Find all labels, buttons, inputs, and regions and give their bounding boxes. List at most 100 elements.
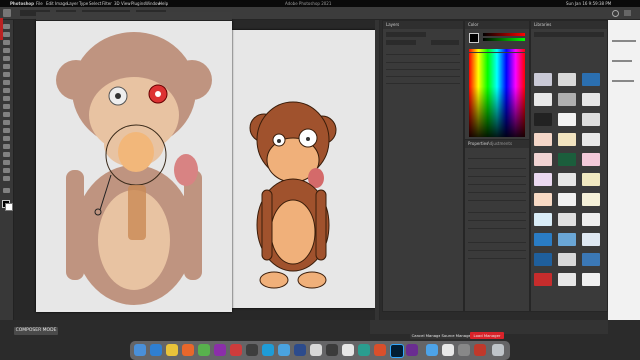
type-tool-icon[interactable] bbox=[3, 144, 10, 149]
app-icon[interactable] bbox=[442, 344, 454, 356]
eyedropper-tool-icon[interactable] bbox=[3, 64, 10, 69]
library-thumb[interactable] bbox=[582, 73, 600, 86]
layer-row[interactable] bbox=[386, 48, 460, 55]
photoshop-icon[interactable] bbox=[390, 344, 404, 358]
library-thumb[interactable] bbox=[582, 93, 600, 106]
library-thumb[interactable] bbox=[558, 253, 576, 266]
background-color-swatch[interactable] bbox=[5, 203, 13, 211]
library-thumb[interactable] bbox=[558, 133, 576, 146]
layer-row[interactable] bbox=[386, 70, 460, 77]
menu-layer[interactable]: Layer bbox=[67, 0, 78, 7]
layer-row[interactable] bbox=[386, 63, 460, 70]
library-thumb[interactable] bbox=[558, 273, 576, 286]
property-row[interactable] bbox=[468, 186, 526, 193]
workspace-icon[interactable] bbox=[624, 10, 631, 16]
library-thumb[interactable] bbox=[582, 273, 600, 286]
library-thumb[interactable] bbox=[534, 153, 552, 166]
red-slider[interactable] bbox=[483, 33, 525, 36]
library-thumb[interactable] bbox=[558, 73, 576, 86]
app-icon[interactable] bbox=[374, 344, 386, 356]
library-thumb[interactable] bbox=[558, 153, 576, 166]
library-thumb[interactable] bbox=[534, 253, 552, 266]
menu-help[interactable]: Help bbox=[159, 0, 168, 7]
library-thumb[interactable] bbox=[558, 233, 576, 246]
color-spectrum[interactable] bbox=[469, 53, 525, 137]
foreground-swatch[interactable] bbox=[469, 33, 479, 43]
quick-select-tool-icon[interactable] bbox=[3, 48, 10, 53]
app-icon[interactable] bbox=[358, 344, 370, 356]
color-tab[interactable]: Color bbox=[465, 21, 529, 29]
search-icon[interactable] bbox=[612, 10, 619, 17]
layer-row[interactable] bbox=[386, 56, 460, 63]
library-thumb[interactable] bbox=[558, 213, 576, 226]
library-thumb[interactable] bbox=[582, 213, 600, 226]
hand-tool-icon[interactable] bbox=[3, 168, 10, 173]
property-row[interactable] bbox=[468, 206, 526, 213]
menu-3d[interactable]: 3D bbox=[114, 0, 120, 7]
library-thumb[interactable] bbox=[534, 233, 552, 246]
gradient-tool-icon[interactable] bbox=[3, 112, 10, 117]
crop-tool-icon[interactable] bbox=[3, 56, 10, 61]
dodge-tool-icon[interactable] bbox=[3, 128, 10, 133]
menu-image[interactable]: Image bbox=[55, 0, 68, 7]
library-thumb[interactable] bbox=[534, 273, 552, 286]
load-manager-button[interactable]: Load Manager bbox=[470, 332, 504, 339]
maps-icon[interactable] bbox=[198, 344, 210, 356]
library-thumb[interactable] bbox=[582, 173, 600, 186]
app-icon[interactable] bbox=[246, 344, 258, 356]
property-row[interactable] bbox=[468, 178, 526, 185]
library-thumb[interactable] bbox=[582, 133, 600, 146]
adjustments-tab[interactable]: Adjustments bbox=[487, 140, 512, 148]
property-row[interactable] bbox=[468, 244, 526, 251]
library-thumb[interactable] bbox=[558, 173, 576, 186]
property-row[interactable] bbox=[468, 252, 526, 259]
layer-row[interactable] bbox=[386, 77, 460, 84]
green-slider[interactable] bbox=[483, 38, 525, 41]
library-search-field[interactable] bbox=[534, 32, 604, 37]
app-icon[interactable] bbox=[458, 344, 470, 356]
library-thumb[interactable] bbox=[582, 193, 600, 206]
finder-icon[interactable] bbox=[134, 344, 146, 356]
app-icon[interactable] bbox=[474, 344, 486, 356]
side-window[interactable] bbox=[608, 20, 640, 320]
more-tools-icon[interactable] bbox=[3, 188, 10, 193]
libraries-tab[interactable]: Libraries bbox=[531, 21, 607, 29]
property-row[interactable] bbox=[468, 222, 526, 229]
source-manager-button[interactable]: Source Manager bbox=[440, 332, 474, 339]
marquee-tool-icon[interactable] bbox=[3, 32, 10, 37]
app-icon[interactable] bbox=[406, 344, 418, 356]
safari-icon[interactable] bbox=[150, 344, 162, 356]
eraser-tool-icon[interactable] bbox=[3, 104, 10, 109]
firefox-icon[interactable] bbox=[182, 344, 194, 356]
app-icon[interactable] bbox=[342, 344, 354, 356]
library-thumb[interactable] bbox=[534, 133, 552, 146]
library-thumb[interactable] bbox=[582, 253, 600, 266]
blur-tool-icon[interactable] bbox=[3, 120, 10, 125]
property-row[interactable] bbox=[468, 194, 526, 201]
library-thumb[interactable] bbox=[558, 93, 576, 106]
canvas-scrollbar[interactable] bbox=[375, 20, 379, 320]
layer-filter-field[interactable] bbox=[386, 32, 426, 37]
stamp-tool-icon[interactable] bbox=[3, 88, 10, 93]
app-name[interactable]: Photoshop bbox=[10, 0, 34, 7]
library-thumb[interactable] bbox=[582, 153, 600, 166]
library-thumb[interactable] bbox=[558, 193, 576, 206]
app-icon[interactable] bbox=[326, 344, 338, 356]
composer-mode-button[interactable]: COMPOSER MODE bbox=[14, 327, 58, 335]
library-thumb[interactable] bbox=[558, 113, 576, 126]
pen-tool-icon[interactable] bbox=[3, 136, 10, 141]
tool-preset-icon[interactable] bbox=[3, 9, 11, 17]
library-thumb[interactable] bbox=[582, 233, 600, 246]
library-thumb[interactable] bbox=[582, 113, 600, 126]
chrome-icon[interactable] bbox=[166, 344, 178, 356]
menu-file[interactable]: File bbox=[36, 0, 43, 7]
opacity-field[interactable] bbox=[431, 40, 459, 45]
zoom-tool-icon[interactable] bbox=[3, 176, 10, 181]
menu-view[interactable]: View bbox=[121, 0, 131, 7]
library-thumb[interactable] bbox=[534, 213, 552, 226]
property-row[interactable] bbox=[468, 170, 526, 177]
lasso-tool-icon[interactable] bbox=[3, 40, 10, 45]
app-icon[interactable] bbox=[214, 344, 226, 356]
cancel-manager-button[interactable]: Cancel Manager bbox=[410, 332, 444, 339]
menu-select[interactable]: Select bbox=[89, 0, 101, 7]
